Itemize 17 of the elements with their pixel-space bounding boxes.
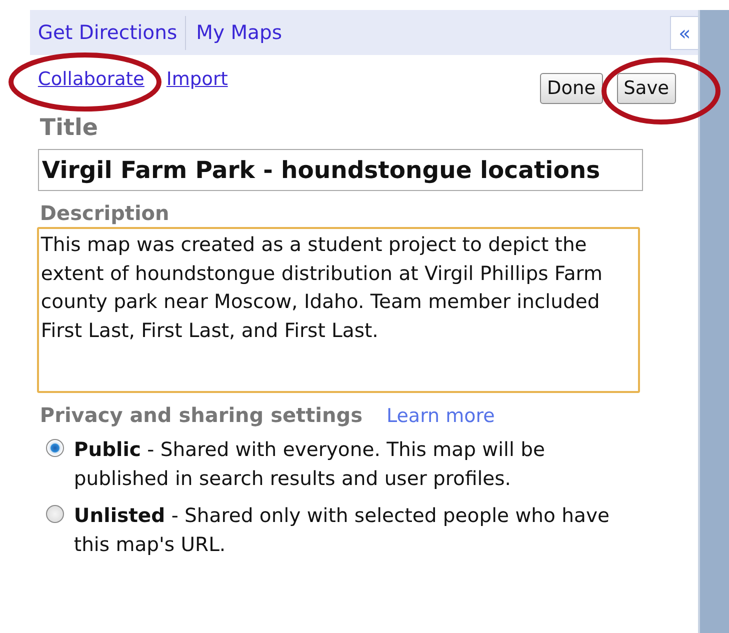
privacy-label: Privacy and sharing settings <box>40 403 362 427</box>
radio-button[interactable] <box>46 505 64 523</box>
title-label: Title <box>40 115 99 141</box>
option-text: Public - Shared with everyone. This map will be published in search results and user profiles. <box>74 437 546 492</box>
description-label: Description <box>40 201 170 225</box>
radio-button[interactable] <box>46 439 64 457</box>
link[interactable]: Import <box>166 69 228 90</box>
save-button[interactable]: Save <box>616 73 676 104</box>
tab-link[interactable]: Get Directions <box>36 16 186 50</box>
option-text: Unlisted - Shared only with selected people who have this map's URL. <box>74 503 611 558</box>
description-field[interactable] <box>36 227 640 393</box>
tab-link[interactable]: My Maps <box>194 16 290 50</box>
done-button[interactable]: Done <box>540 73 603 104</box>
title-field[interactable]: Virgil Farm Park - houndstongue locations <box>38 149 643 191</box>
learn-more-link[interactable]: Learn more <box>386 405 495 427</box>
collapse-button[interactable]: « <box>670 16 698 50</box>
description-text: This map was created as a student project to depict the extent of houndstongue distribution at Virgil Phillips Farm county park near Moscow, Idaho. Team member included First Last, First Last, and First Last. <box>40 233 602 342</box>
